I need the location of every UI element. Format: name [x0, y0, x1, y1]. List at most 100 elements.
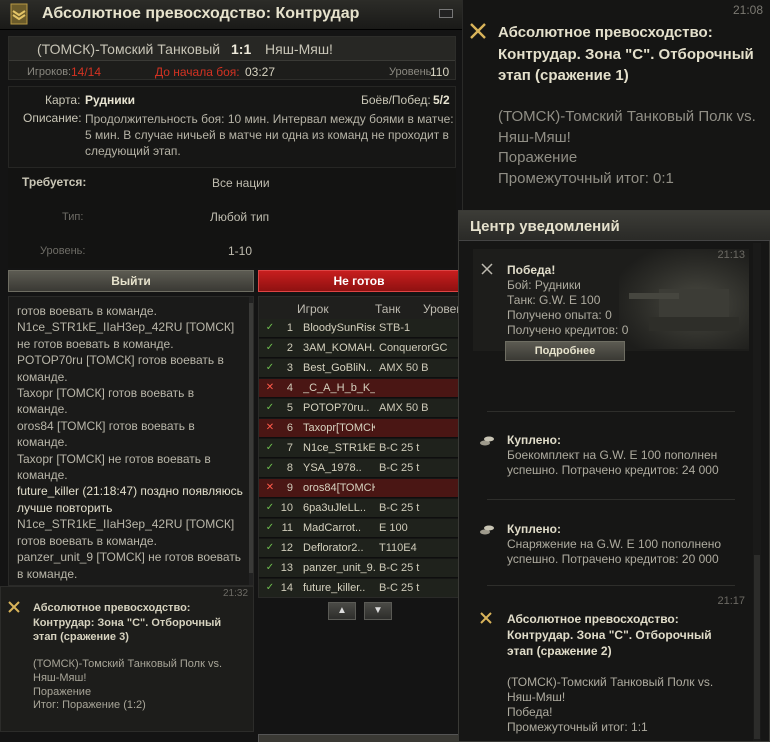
type-value: Любой тип [210, 210, 270, 224]
countdown-label: До начала боя: [155, 65, 240, 79]
ready-check-icon: ✓ [265, 582, 275, 593]
battle-info: Карта: Рудники Боёв/Побед: 5/2 Описание:… [8, 86, 456, 168]
ready-check-icon: ✓ [265, 522, 275, 533]
ready-check-icon: ✓ [265, 362, 275, 373]
player-row[interactable]: ✓ 11 MadCarrot.. E 100 [259, 519, 459, 538]
notification-title: Абсолютное превосходство: Контрудар. Зон… [498, 24, 754, 84]
player-name: 6pa3uJleLL.. [303, 502, 366, 514]
not-ready-x-icon: ✕ [265, 482, 275, 493]
chat-message: POTOP70ru [ТОМСК] готов воевать в команд… [17, 353, 224, 384]
countdown-value: 03:27 [245, 65, 276, 79]
player-name: N1ce_STR1kE.. [303, 442, 375, 454]
player-name: BloodySunRise.. [303, 322, 375, 334]
crossed-swords-icon [480, 612, 492, 624]
player-number: 6 [286, 422, 293, 434]
ready-check-icon: ✓ [265, 322, 275, 333]
crossed-swords-icon [470, 23, 486, 39]
player-number: 13 [280, 562, 293, 574]
victory-line: Бой: Рудники [507, 278, 581, 292]
chat-scroll-thumb[interactable] [249, 303, 253, 573]
player-tank: AMX 50 B [379, 402, 429, 414]
player-row[interactable]: ✓ 13 panzer_unit_9.. B-C 25 t [259, 559, 459, 578]
toast-line: (ТОМСК)-Томский Танковый Полк vs. Няш-Мя… [33, 658, 223, 684]
coins-icon [480, 525, 494, 535]
ready-check-icon: ✓ [265, 562, 275, 573]
notification-line: (ТОМСК)-Томский Танковый Полк vs. Няш-Мя… [498, 108, 756, 146]
player-row[interactable]: ✓ 2 3AM_KOMAH.. ConquerorGC [259, 339, 459, 358]
player-row[interactable]: ✓ 12 Deflorator2.. T110E4 [259, 539, 459, 558]
player-row[interactable]: ✕ 6 Taxopr[ТОМСК] [259, 419, 459, 438]
player-row[interactable]: ✓ 1 BloodySunRise.. STB-1 [259, 319, 459, 338]
notification-scrollbar[interactable] [753, 243, 761, 741]
player-tank: B-C 25 t [379, 462, 420, 474]
chat-message: oros84 [ТОМСК] готов воевать в команде. [17, 418, 195, 450]
team-b-name: Няш-Мяш! [265, 41, 333, 57]
top-notification[interactable]: 21:08 Абсолютное превосходство: Контруда… [462, 0, 770, 212]
match-score: 1:1 [231, 41, 252, 57]
battles-value: 5/2 [433, 93, 450, 107]
player-number: 10 [280, 502, 293, 514]
window-title: Абсолютное превосходство: Контрудар [42, 5, 360, 22]
divider [487, 411, 735, 412]
player-name: YSA_1978.. [303, 462, 362, 474]
ready-check-icon: ✓ [265, 542, 275, 553]
player-row[interactable]: ✓ 8 YSA_1978.. B-C 25 t [259, 459, 459, 478]
map-value: Рудники [85, 93, 136, 107]
chat-message: Taxopr [ТОМСК] не готов воевать в команд… [17, 451, 211, 483]
notification-scroll-thumb[interactable] [754, 555, 760, 739]
player-row[interactable]: ✓ 5 POTOP70ru.. AMX 50 B [259, 399, 459, 418]
battles-label: Боёв/Побед: [361, 93, 431, 107]
player-row[interactable]: ✓ 7 N1ce_STR1kE.. B-C 25 t [259, 439, 459, 458]
notification-line: Поражение [498, 149, 578, 166]
tournament-title: Абсолютное превосходство: Контрудар. Зон… [507, 612, 712, 658]
ready-check-icon: ✓ [265, 342, 275, 353]
details-button[interactable]: Подробнее [505, 341, 625, 361]
victory-line: Танк: G.W. E 100 [507, 293, 601, 307]
ready-check-icon: ✓ [265, 402, 275, 413]
exit-button[interactable]: Выйти [8, 270, 254, 292]
not-ready-button[interactable]: Не готов [258, 270, 460, 292]
battle-result-toast[interactable]: 21:32 Абсолютное превосходство: Контруда… [0, 586, 254, 732]
player-number: 12 [280, 542, 293, 554]
purchase-title: Куплено: [507, 522, 561, 536]
scroll-up-button[interactable]: ▲ [328, 602, 356, 620]
toast-line: Итог: Поражение (1:2) [33, 699, 146, 712]
desc-label: Описание: [23, 111, 82, 125]
chat-log: готов воевать в команде. N1ce_STR1kE_IIa… [17, 303, 245, 582]
coins-icon [480, 436, 494, 446]
player-row[interactable]: ✕ 4 _C_A_H_b_K_.. [259, 379, 459, 398]
tournament-card[interactable]: 21:17 Абсолютное превосходство: Контруда… [473, 595, 749, 735]
ready-check-icon: ✓ [265, 462, 275, 473]
player-name: future_killer.. [303, 582, 366, 594]
purchase-text: Боекомплект на G.W. E 100 пополнен успеш… [507, 448, 719, 477]
chat-message: panzer_unit_9 [ТОМСК] не готов воевать в… [17, 550, 242, 581]
minimize-button[interactable] [439, 9, 453, 18]
player-number: 5 [286, 402, 293, 414]
player-tank: B-C 25 t [379, 502, 420, 514]
chat-scrollbar[interactable] [249, 297, 253, 585]
player-row[interactable]: ✕ 9 oros84[ТОМСК] [259, 479, 459, 498]
player-row[interactable]: ✓ 3 Best_GoBliN.. AMX 50 B [259, 359, 459, 378]
notification-time: 21:08 [733, 3, 764, 17]
bottom-action-button[interactable] [258, 734, 460, 742]
crossed-swords-icon [8, 601, 20, 613]
purchase-card-ammo[interactable]: Куплено: Боекомплект на G.W. E 100 попол… [473, 431, 749, 481]
scroll-down-button[interactable]: ▼ [364, 602, 392, 620]
chat-message: N1ce_STR1kE_IIaH3ep_42RU [ТОМСК] готов в… [17, 517, 235, 548]
toast-time: 21:32 [223, 588, 249, 599]
victory-card[interactable]: 21:13 Победа! Бой: Рудники Танк: G.W. E … [473, 249, 749, 361]
chat-panel: готов воевать в команде. N1ce_STR1kE_IIa… [8, 296, 254, 586]
divider [487, 585, 735, 586]
ready-check-icon: ✓ [265, 442, 275, 453]
purchase-card-equipment[interactable]: Куплено: Снаряжение на G.W. E 100 пополн… [473, 520, 749, 570]
player-name: MadCarrot.. [303, 522, 362, 534]
player-row[interactable]: ✓ 14 future_killer.. B-C 25 t [259, 579, 459, 597]
col-tank: Танк [375, 302, 401, 316]
player-number: 2 [286, 342, 293, 354]
player-name: _C_A_H_b_K_.. [303, 382, 375, 394]
tournament-details: (ТОМСК)-Томский Танковый Полк vs. Няш-Мя… [507, 675, 743, 735]
player-row[interactable]: ✓ 10 6pa3uJleLL.. B-C 25 t [259, 499, 459, 518]
player-tank: B-C 25 t [379, 562, 420, 574]
nations-value: Все нации [212, 176, 270, 190]
players-count: 14/14 [71, 65, 102, 79]
